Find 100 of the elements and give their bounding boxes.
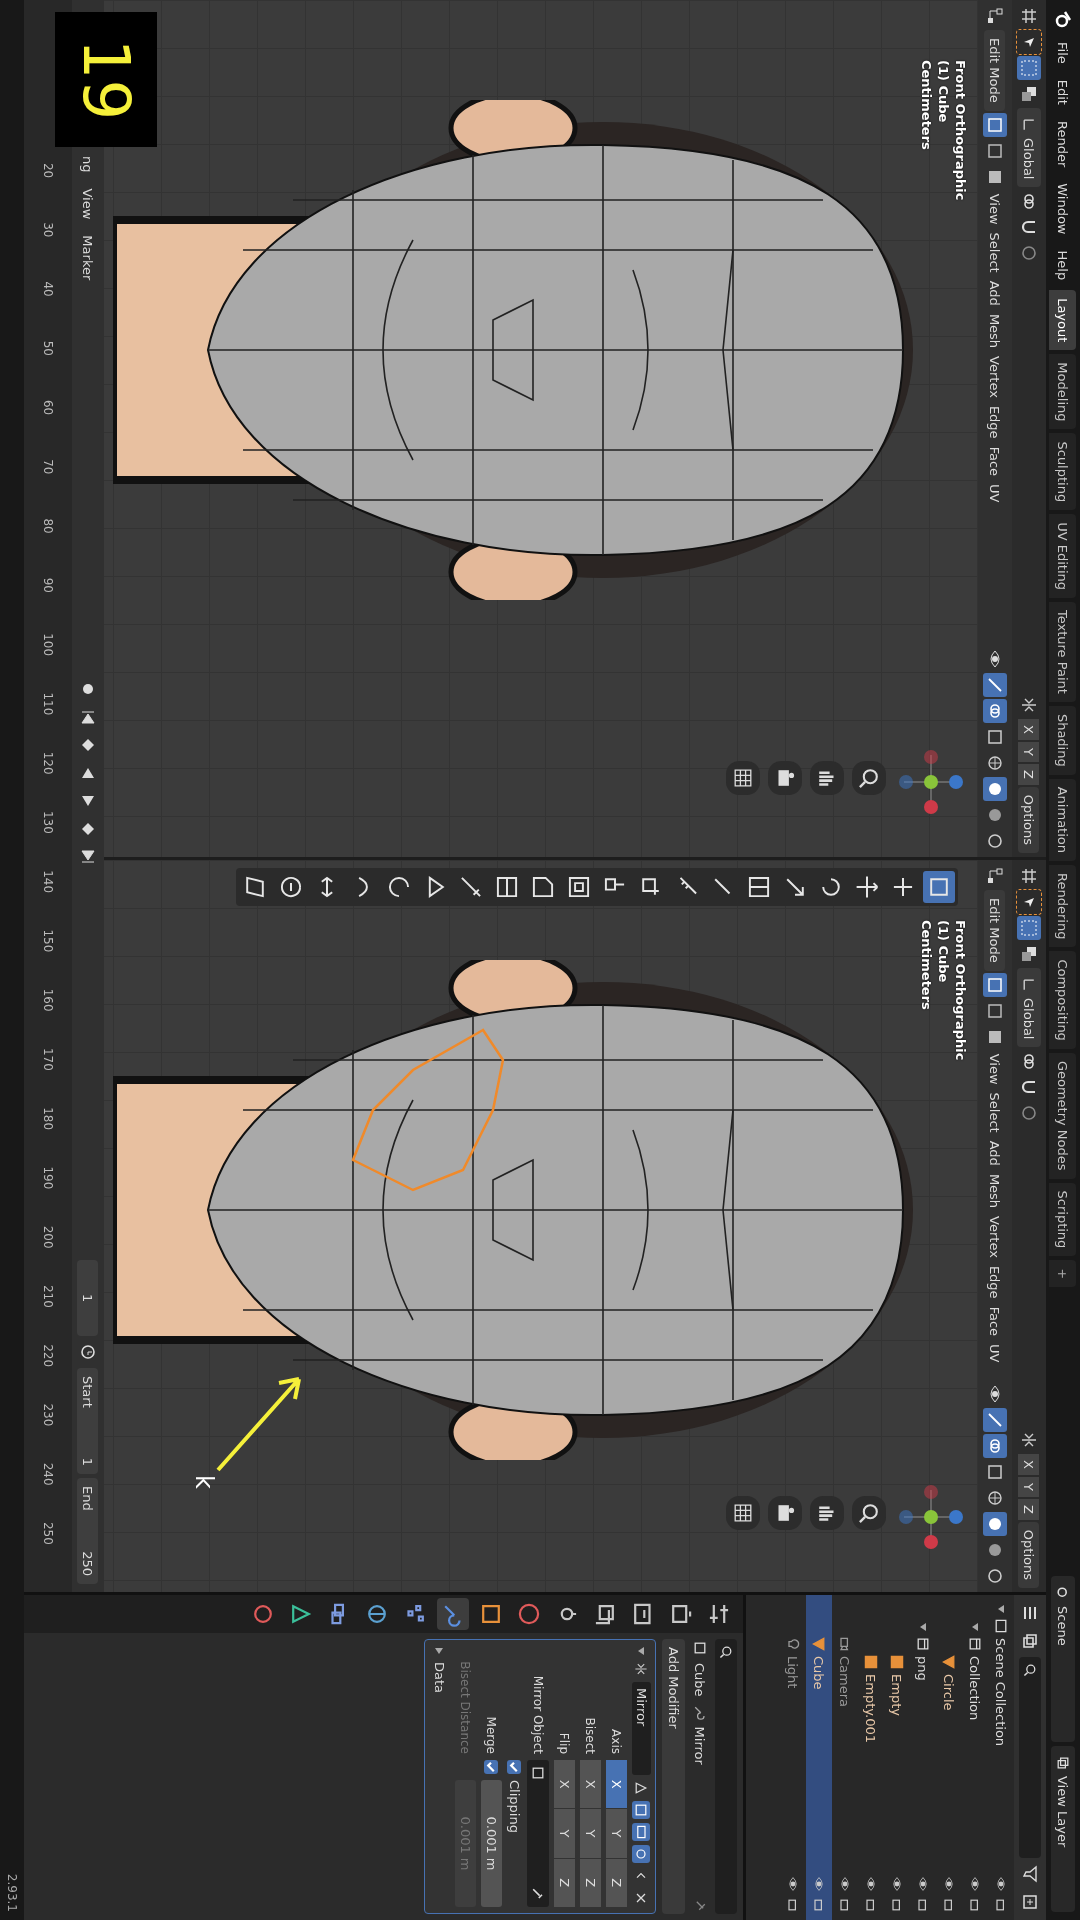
outliner-item[interactable]: png — [910, 1595, 936, 1920]
viewport-menu-item[interactable]: Add — [984, 277, 1006, 309]
workspace-tab[interactable]: Layout — [1049, 290, 1077, 351]
viewport-canvas[interactable]: Front Orthographic (1) Cube Centimeters k — [104, 860, 978, 1592]
viewport-menu-item[interactable]: Edge — [984, 402, 1006, 442]
render-toggle-icon[interactable] — [632, 1845, 651, 1863]
navigation-gizmo[interactable] — [896, 747, 966, 817]
viewport-menu-item[interactable]: Mesh — [984, 1170, 1006, 1212]
data-subpanel-header[interactable]: Data — [429, 1646, 450, 1907]
search-field[interactable] — [1019, 1657, 1041, 1858]
axis-toggle[interactable]: X — [554, 1760, 575, 1809]
workspace-tab[interactable]: Rendering — [1049, 865, 1077, 948]
outliner-item[interactable]: Cube — [806, 1595, 832, 1920]
workspace-tab[interactable]: Shading — [1049, 705, 1077, 775]
zoom-icon[interactable] — [852, 1496, 886, 1530]
camera-icon[interactable] — [768, 1496, 802, 1530]
realtime-toggle-icon[interactable] — [632, 1823, 651, 1841]
menu-item[interactable]: Render — [1052, 114, 1074, 174]
start-frame-field[interactable]: Start 1 — [77, 1368, 99, 1474]
orientation-dropdown[interactable]: Global — [1017, 968, 1041, 1048]
menu-item[interactable]: Window — [1052, 177, 1074, 241]
axis-toggle[interactable]: Z — [580, 1858, 601, 1907]
modifier-name-field[interactable]: Mirror — [632, 1682, 651, 1775]
outliner-item[interactable]: Empty — [884, 1595, 910, 1920]
navigation-gizmo[interactable] — [896, 1482, 966, 1552]
workspace-tab[interactable]: Geometry Nodes — [1049, 1052, 1077, 1179]
view-layer-selector[interactable]: View Layer — [1051, 1746, 1075, 1912]
overlays-icon[interactable] — [983, 1434, 1007, 1458]
viewport-menu-item[interactable]: Face — [984, 443, 1006, 480]
zoom-icon[interactable] — [852, 761, 886, 795]
cursor-tool-icon[interactable] — [1017, 890, 1041, 914]
current-frame-field[interactable]: 1 — [77, 1260, 99, 1336]
expand-arrow-icon[interactable] — [918, 1622, 928, 1632]
viewport-menu-item[interactable]: View — [984, 1050, 1006, 1088]
workspace-tab[interactable]: Sculpting — [1049, 433, 1077, 511]
menu-item[interactable]: Edit — [1052, 73, 1074, 111]
viewport-menu-item[interactable]: Select — [984, 229, 1006, 276]
expand-arrow-icon[interactable] — [996, 1604, 1006, 1614]
gizmo-icon[interactable] — [983, 673, 1007, 697]
vertex-select-icon[interactable] — [983, 972, 1007, 997]
expand-arrow-icon[interactable] — [970, 1622, 980, 1632]
outliner-item[interactable]: Circle — [936, 1595, 962, 1920]
workspace-tab[interactable]: Animation — [1049, 778, 1077, 861]
workspace-tab[interactable]: Scripting — [1049, 1182, 1077, 1257]
viewport-menu-item[interactable]: UV — [984, 481, 1006, 506]
viewport-menu-item[interactable]: Face — [984, 1303, 1006, 1340]
viewport-menu-item[interactable]: View — [984, 190, 1006, 228]
viewport-menu-item[interactable]: Add — [984, 1137, 1006, 1169]
gizmo-icon[interactable] — [983, 1408, 1007, 1432]
outliner-item[interactable]: Camera — [832, 1595, 858, 1920]
menu-item[interactable]: Help — [1052, 244, 1074, 287]
timeline-menu-item[interactable]: ng — [77, 150, 99, 179]
workspace-tab[interactable]: Modeling — [1049, 354, 1077, 430]
axis-toggle[interactable]: Y — [606, 1809, 627, 1858]
mirror-axis-toggle[interactable]: X — [1018, 1454, 1040, 1475]
viewport-menu-item[interactable]: Mesh — [984, 310, 1006, 352]
orientation-dropdown[interactable]: Global — [1017, 108, 1041, 188]
overlays-icon[interactable] — [983, 699, 1007, 723]
solid-shading-icon[interactable] — [983, 1512, 1007, 1536]
end-frame-field[interactable]: End 250 — [77, 1478, 99, 1584]
mirror-object-field[interactable] — [527, 1760, 549, 1907]
viewport-menu-item[interactable]: Vertex — [984, 353, 1006, 401]
add-modifier-dropdown[interactable]: Add Modifier — [662, 1639, 685, 1914]
camera-icon[interactable] — [768, 761, 802, 795]
expand-arrow-icon[interactable] — [434, 1646, 445, 1656]
menu-item[interactable]: File — [1052, 36, 1074, 70]
workspace-tab[interactable]: UV Editing — [1049, 514, 1077, 598]
solid-shading-icon[interactable] — [983, 777, 1007, 801]
vertex-select-icon[interactable] — [983, 112, 1007, 137]
cursor-tool-icon[interactable] — [1017, 30, 1041, 54]
axis-toggle[interactable]: Y — [580, 1809, 601, 1858]
grid-icon[interactable] — [726, 1496, 760, 1530]
checkbox-icon[interactable] — [507, 1760, 522, 1774]
workspace-tab[interactable]: Compositing — [1049, 951, 1077, 1049]
cage-toggle-icon[interactable] — [632, 1801, 651, 1819]
clipping-checkbox[interactable]: Clipping — [507, 1760, 522, 1833]
mirror-axis-toggle[interactable]: Y — [1018, 741, 1040, 762]
merge-distance-field[interactable]: 0.001 m — [481, 1780, 502, 1907]
timeline-menu-item[interactable]: Marker — [77, 229, 99, 287]
workspace-tab[interactable]: Texture Paint — [1049, 602, 1077, 702]
mode-dropdown[interactable]: Edit Mode — [984, 890, 1006, 971]
outliner-item[interactable]: Collection — [962, 1595, 988, 1920]
viewport-menu-item[interactable]: UV — [984, 1341, 1006, 1366]
outliner-item[interactable]: Scene Collection — [988, 1595, 1014, 1920]
mirror-axis-toggle[interactable]: Z — [1018, 1498, 1040, 1520]
mirror-axis-toggle[interactable]: Y — [1018, 1476, 1040, 1497]
axis-toggle[interactable]: X — [606, 1760, 627, 1809]
search-field[interactable] — [715, 1639, 737, 1914]
viewport-menu-item[interactable]: Select — [984, 1089, 1006, 1136]
mirror-axis-toggle[interactable]: X — [1018, 719, 1040, 740]
axis-toggle[interactable]: Z — [606, 1858, 627, 1907]
options-dropdown[interactable]: Options — [1018, 1521, 1040, 1588]
timeline-menu-item[interactable]: View — [77, 182, 99, 226]
mirror-axis-toggle[interactable]: Z — [1018, 763, 1040, 785]
viewport-menu-item[interactable]: Edge — [984, 1262, 1006, 1302]
axis-toggle[interactable]: Z — [554, 1858, 575, 1907]
expand-arrow-icon[interactable] — [636, 1646, 647, 1656]
axis-toggle[interactable]: X — [580, 1760, 601, 1809]
outliner-item[interactable]: Empty.001 — [858, 1595, 884, 1920]
options-dropdown[interactable]: Options — [1018, 786, 1040, 853]
